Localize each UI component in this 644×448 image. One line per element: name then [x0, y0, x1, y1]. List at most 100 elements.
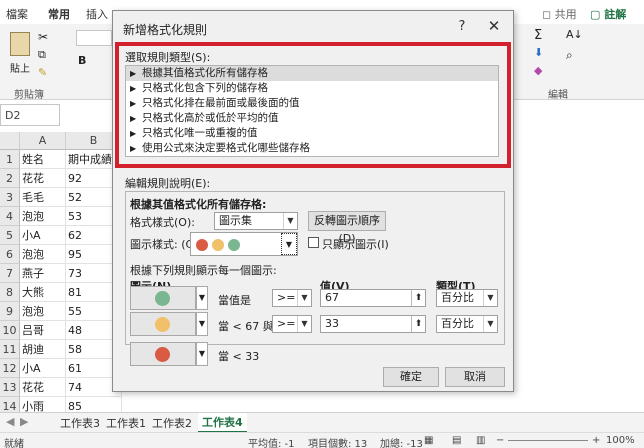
rule-type-item[interactable]: ▶ 只格式化排在最前面或最後面的值 [126, 96, 498, 111]
zoom-level[interactable]: 100% [606, 435, 635, 446]
find-icon[interactable]: ⌕ [566, 48, 573, 63]
row-header[interactable]: 8 [0, 283, 20, 302]
type-select[interactable]: 百分比 ▼ [436, 315, 498, 333]
copy-icon[interactable]: ⧉ [38, 48, 46, 62]
rule-type-item[interactable]: ▶ 只格式化包含下列的儲存格 [126, 81, 498, 96]
row-header[interactable]: 6 [0, 245, 20, 264]
sheet-tab[interactable]: 工作表1 [106, 415, 146, 431]
circle-icon [155, 317, 170, 332]
rule-type-list[interactable]: ▶ 根據其值格式化所有儲存格 ▶ 只格式化包含下列的儲存格 ▶ 只格式化排在最前面或最後面… [125, 65, 499, 157]
rule-type-item[interactable]: ▶ 使用公式來決定要格式化哪些儲存格 [126, 141, 498, 156]
next-sheet-icon[interactable]: ▶ [20, 415, 28, 428]
icon-select[interactable] [130, 286, 196, 310]
show-icon-only-checkbox[interactable] [308, 237, 319, 248]
column-header-a[interactable]: A [20, 132, 66, 150]
zoom-slider[interactable] [508, 440, 588, 441]
rule-type-item[interactable]: ▶ 只格式化高於或低於平均的值 [126, 111, 498, 126]
format-style-select[interactable]: 圖示集 ▼ [214, 212, 298, 230]
row-header[interactable]: 12 [0, 359, 20, 378]
row-header[interactable]: 7 [0, 264, 20, 283]
sheet-tab-active[interactable]: 工作表4 [198, 413, 247, 433]
clear-icon[interactable]: ◆ [534, 64, 542, 77]
page-break-icon[interactable]: ▥ [476, 435, 485, 446]
row-header[interactable]: 5 [0, 226, 20, 245]
icon-style-select[interactable]: ▼ [190, 232, 298, 256]
chevron-down-icon[interactable]: ▼ [196, 342, 208, 366]
fill-icon[interactable]: ⬇ [534, 46, 543, 59]
cut-icon[interactable]: ✂ [38, 30, 48, 44]
cancel-button[interactable]: 取消 [445, 367, 505, 387]
cell-a[interactable]: 小A [20, 359, 66, 378]
rule-type-label: 只格式化高於或低於平均的值 [142, 112, 279, 124]
show-icon-only-label: 只顯示圖示(I) [322, 238, 389, 251]
cell-a[interactable]: 泡泡 [20, 207, 66, 226]
rule-type-label: 只格式化排在最前面或最後面的值 [142, 97, 300, 109]
chevron-down-icon[interactable]: ▼ [196, 286, 208, 310]
normal-view-icon[interactable]: ▦ [424, 435, 433, 446]
ok-button[interactable]: 確定 [383, 367, 439, 387]
bold-icon[interactable]: B [78, 54, 86, 67]
zoom-in-icon[interactable]: + [592, 435, 600, 446]
cell-a[interactable]: 姓名 [20, 150, 66, 169]
page-layout-icon[interactable]: ▤ [452, 435, 461, 446]
icon-style-label: 圖示樣式: (C) [130, 238, 198, 251]
row-header[interactable]: 10 [0, 321, 20, 340]
cell-a[interactable]: 胡迪 [20, 340, 66, 359]
share-button[interactable]: ◻ 共用 [542, 6, 577, 22]
type-select[interactable]: 百分比 ▼ [436, 289, 498, 307]
paste-label: 貼上 [10, 64, 30, 75]
row-header[interactable]: 1 [0, 150, 20, 169]
operator-select[interactable]: >= ▼ [272, 289, 312, 307]
status-count: 項目個數: 13 [308, 439, 368, 448]
chevron-down-icon: ▼ [283, 213, 297, 229]
value-text: 33 [325, 317, 339, 330]
reverse-icon-order-button[interactable]: 反轉圖示順序(D) [308, 211, 386, 245]
icon-select[interactable] [130, 342, 196, 366]
row-header[interactable]: 3 [0, 188, 20, 207]
cell-a[interactable]: 泡泡 [20, 245, 66, 264]
cell-a[interactable]: 燕子 [20, 264, 66, 283]
cell-a[interactable]: 花花 [20, 378, 66, 397]
tab-file[interactable]: 檔案 [6, 6, 28, 22]
sheet-tab[interactable]: 工作表3 [60, 415, 100, 431]
zoom-out-icon[interactable]: − [496, 435, 504, 446]
name-box[interactable]: D2 [0, 104, 60, 126]
cell-a[interactable]: 泡泡 [20, 302, 66, 321]
select-all-corner[interactable] [0, 132, 20, 150]
row-header[interactable]: 9 [0, 302, 20, 321]
status-bar: 就緒 平均值: -1 項目個數: 13 加總: -13 ▦ ▤ ▥ − + 10… [0, 432, 644, 448]
sort-filter-icon[interactable]: A↓ [566, 28, 583, 41]
format-painter-icon[interactable]: ✎ [38, 66, 47, 79]
cell-a[interactable]: 花花 [20, 169, 66, 188]
row-header[interactable]: 2 [0, 169, 20, 188]
cell-a[interactable]: 小A [20, 226, 66, 245]
chevron-down-icon: ▼ [297, 290, 311, 306]
autosum-icon[interactable]: Σ [534, 28, 542, 43]
font-name-box[interactable] [76, 30, 112, 46]
help-icon[interactable]: ? [453, 19, 471, 37]
icon-select[interactable] [130, 312, 196, 336]
chevron-down-icon[interactable]: ▼ [196, 312, 208, 336]
rule-type-item[interactable]: ▶ 根據其值格式化所有儲存格 [126, 66, 498, 81]
row-header[interactable]: 13 [0, 378, 20, 397]
cell-a[interactable]: 毛毛 [20, 188, 66, 207]
prev-sheet-icon[interactable]: ◀ [6, 415, 14, 428]
row-header[interactable]: 11 [0, 340, 20, 359]
rule-type-item[interactable]: ▶ 只格式化唯一或重複的值 [126, 126, 498, 141]
operator-select[interactable]: >= ▼ [272, 315, 312, 333]
cell-a[interactable]: 吕哥 [20, 321, 66, 340]
value-input[interactable]: 67 ⬆ [320, 289, 426, 307]
range-select-icon[interactable]: ⬆ [411, 290, 425, 306]
range-select-icon[interactable]: ⬆ [411, 316, 425, 332]
sheet-tab[interactable]: 工作表2 [152, 415, 192, 431]
row-header[interactable]: 4 [0, 207, 20, 226]
close-icon[interactable]: ✕ [483, 17, 505, 39]
tab-home[interactable]: 常用 [48, 6, 70, 26]
chevron-down-icon: ▼ [483, 316, 497, 332]
tab-insert[interactable]: 插入 [86, 6, 108, 22]
paste-icon[interactable] [10, 32, 30, 56]
rule-hint: 根據下列規則顯示每一個圖示: [130, 264, 277, 277]
value-input[interactable]: 33 ⬆ [320, 315, 426, 333]
comments-button[interactable]: ▢ 註解 [590, 6, 626, 22]
cell-a[interactable]: 大熊 [20, 283, 66, 302]
